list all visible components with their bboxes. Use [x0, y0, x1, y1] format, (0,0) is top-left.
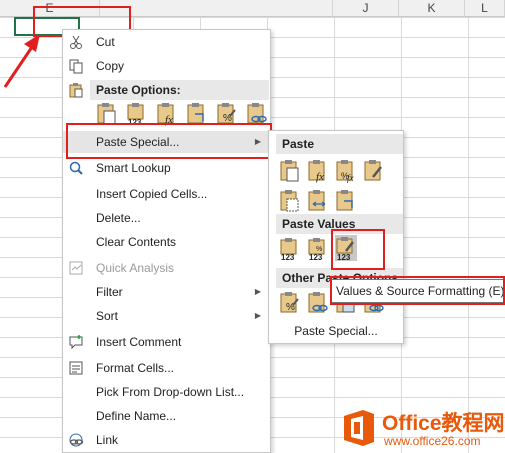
menu-item-format-cells[interactable]: Format Cells... [63, 357, 270, 379]
office-logo-icon [344, 410, 374, 446]
paste-no-borders-icon[interactable] [279, 189, 301, 213]
menu-label: Insert Copied Cells... [96, 187, 208, 201]
menu-item-pick-from-list[interactable]: Pick From Drop-down List... [63, 381, 270, 403]
column-header-l[interactable]: L [465, 0, 505, 17]
paste-options-header: Paste Options: [90, 80, 269, 100]
menu-label: Sort [96, 309, 119, 323]
watermark-title: Office教程网 [382, 412, 505, 435]
submenu-arrow-icon: ▶ [254, 311, 261, 320]
clipboard-icon [69, 83, 83, 98]
annotation-box-values-source-icon [331, 229, 385, 270]
context-menu: Cut Copy Paste Options: 123 fx % Paste S… [62, 29, 271, 453]
menu-label: Format Cells... [96, 361, 175, 375]
paste-values-number-formatting-icon[interactable]: %123 [307, 237, 329, 261]
menu-item-smart-lookup[interactable]: Smart Lookup [63, 157, 270, 179]
menu-item-cut[interactable]: Cut [63, 31, 270, 53]
annotation-arrow [3, 34, 40, 88]
menu-label: Link [96, 433, 119, 447]
menu-item-copy[interactable]: Copy [63, 55, 270, 77]
comment-icon [69, 335, 83, 350]
paste-formulas-icon[interactable]: fx [307, 159, 329, 183]
paste-transpose-icon[interactable] [335, 189, 357, 213]
paste-formatting-icon[interactable]: % [279, 291, 301, 315]
menu-item-define-name[interactable]: Define Name... [63, 405, 270, 427]
menu-item-sort[interactable]: Sort ▶ [63, 305, 270, 327]
search-icon [69, 161, 83, 175]
annotation-box-tooltip [330, 276, 505, 305]
paste-formulas-number-formatting-icon[interactable]: %fx [335, 159, 357, 183]
menu-label: Pick From Drop-down List... [96, 385, 245, 399]
svg-text:123: 123 [281, 253, 295, 261]
link-icon [69, 433, 84, 447]
quick-analysis-icon [69, 261, 83, 275]
column-label: J [362, 1, 369, 15]
menu-item-link[interactable]: Link [63, 429, 270, 451]
paste-header: Paste [276, 134, 403, 154]
paste-keep-column-widths-icon[interactable] [307, 189, 329, 213]
annotation-box-paste-special [66, 123, 272, 159]
watermark: Office教程网 www.office26.com [341, 405, 505, 453]
paste-icon[interactable] [279, 159, 301, 183]
menu-item-insert-comment[interactable]: Insert Comment [63, 331, 270, 353]
menu-label: Clear Contents [96, 235, 177, 249]
submenu-arrow-icon: ▶ [254, 287, 261, 296]
menu-label: Filter [96, 285, 123, 299]
menu-item-clear-contents[interactable]: Clear Contents [63, 231, 270, 253]
menu-item-quick-analysis[interactable]: Quick Analysis [63, 257, 270, 279]
menu-label: Define Name... [96, 409, 177, 423]
menu-item-delete[interactable]: Delete... [63, 207, 270, 229]
paste-values-icon[interactable]: 123 [279, 237, 301, 261]
svg-text:fx: fx [316, 171, 324, 183]
menu-label: Insert Comment [96, 335, 182, 349]
paste-link-icon[interactable] [307, 291, 329, 315]
paste-keep-source-formatting-icon[interactable] [363, 159, 385, 183]
svg-text:%: % [316, 246, 322, 253]
scissors-icon [70, 35, 82, 49]
menu-item-insert-copied-cells[interactable]: Insert Copied Cells... [63, 183, 270, 205]
column-header-i[interactable] [100, 0, 333, 17]
menu-label: Delete... [96, 211, 141, 225]
menu-item-filter[interactable]: Filter ▶ [63, 281, 270, 303]
column-header-j[interactable]: J [333, 0, 399, 17]
copy-icon [69, 59, 83, 74]
svg-text:fx: fx [347, 173, 354, 183]
watermark-url: www.office26.com [384, 434, 481, 448]
column-label: K [427, 1, 436, 15]
menu-label: Quick Analysis [96, 261, 175, 275]
menu-label: Copy [96, 59, 125, 73]
format-cells-icon [69, 361, 83, 375]
svg-text:123: 123 [309, 253, 323, 261]
column-label: L [481, 1, 488, 15]
paste-special-link[interactable]: Paste Special... [269, 321, 403, 341]
menu-label: Smart Lookup [96, 161, 171, 175]
menu-label: Cut [96, 35, 115, 49]
column-header-k[interactable]: K [399, 0, 465, 17]
